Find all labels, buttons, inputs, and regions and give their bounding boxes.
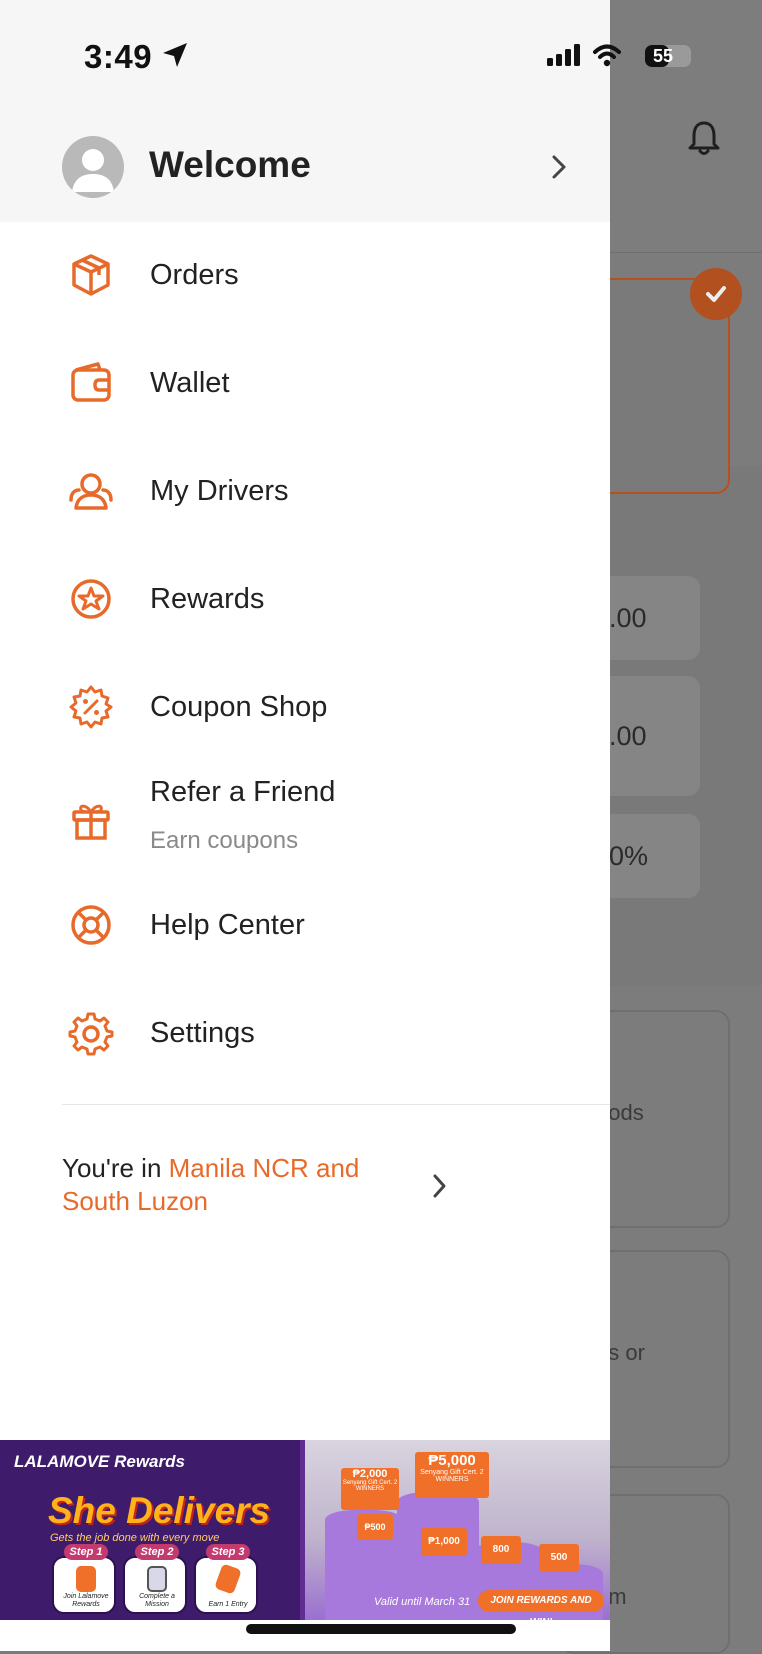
wallet-icon [71, 362, 111, 402]
drivers-icon [69, 473, 113, 510]
menu-item-label: Help Center [150, 909, 305, 941]
checklist-icon [147, 1566, 167, 1592]
banner-valid-text: Valid until March 31 [374, 1596, 471, 1608]
menu-item-label: Settings [150, 1017, 255, 1049]
menu-item-help-center[interactable]: Help Center [0, 876, 610, 976]
chevron-right-icon[interactable] [430, 1172, 450, 1200]
menu-item-settings[interactable]: Settings [0, 984, 610, 1084]
divider [62, 1104, 610, 1105]
menu-item-label: Wallet [150, 367, 230, 399]
menu-item-coupon-shop[interactable]: Coupon Shop [0, 658, 610, 758]
menu-item-label: My Drivers [150, 475, 289, 507]
menu-item-label: Coupon Shop [150, 691, 328, 723]
box-icon [72, 254, 110, 296]
banner-brand: LALAMOVE Rewards [14, 1452, 185, 1471]
step-tag: Step 3 [206, 1544, 250, 1560]
menu-item-orders[interactable]: Orders [0, 226, 610, 326]
prize-amount: ₱1,000 [428, 1536, 460, 1547]
welcome-title[interactable]: Welcome [149, 144, 311, 186]
region-prefix: You're in [62, 1153, 169, 1183]
status-time: 3:49 [84, 38, 153, 75]
prize-card: 800 [481, 1536, 521, 1564]
step-text: Earn 1 Entry [208, 1601, 248, 1608]
menu-item-refer-a-friend[interactable]: Refer a Friend Earn coupons [0, 766, 610, 876]
banner-step-3: Step 3 Earn 1 Entry [194, 1544, 258, 1614]
prize-amount: 500 [550, 1552, 568, 1563]
lifebuoy-icon [71, 905, 111, 945]
battery-level: 55 [653, 46, 674, 66]
prize-card: ₱1,000 [421, 1528, 467, 1556]
banner-step-2: Step 2 Complete a Mission [123, 1544, 187, 1614]
menu-item-label: Orders [150, 259, 239, 291]
menu-item-label: Rewards [150, 583, 265, 615]
ticket-icon [214, 1563, 242, 1595]
banner-step-1: Step 1 Join Lalamove Rewards [52, 1544, 116, 1614]
drawer-header: 3:49 Welcome [0, 0, 610, 222]
step-text: Complete a Mission [139, 1593, 175, 1608]
prize-note: Senyang Gift Cert. 2 WINNERS [420, 1469, 484, 1483]
background-divider [610, 252, 762, 253]
avatar[interactable] [62, 136, 124, 198]
join-rewards-button[interactable]: JOIN REWARDS AND WIN! [478, 1590, 604, 1620]
prize-card: ₱2,000 Senyang Gift Cert. 2 WINNERS [341, 1468, 399, 1510]
chevron-right-icon[interactable] [548, 152, 570, 182]
prize-amount: ₱5,000 [428, 1452, 476, 1469]
menu-item-sublabel: Earn coupons [150, 827, 299, 854]
location-arrow-icon [163, 43, 187, 67]
gear-icon [68, 1012, 114, 1056]
menu-item-wallet[interactable]: Wallet [0, 334, 610, 434]
prize-amount: 800 [492, 1544, 510, 1555]
coupon-gear-icon [69, 685, 113, 729]
home-indicator[interactable] [246, 1624, 516, 1634]
step-tag: Step 1 [64, 1544, 108, 1560]
bell-icon [688, 121, 720, 155]
prize-amount: ₱500 [364, 1522, 386, 1532]
gift-icon [72, 804, 110, 840]
region-selector[interactable]: You're in Manila NCR and South Luzon [62, 1152, 422, 1218]
prize-amount: ₱2,000 [352, 1468, 388, 1480]
banner-headline: She Delivers [48, 1490, 271, 1531]
prize-card: 500 [539, 1544, 579, 1572]
wifi-icon [593, 44, 621, 67]
phone-icon [76, 1566, 96, 1592]
user-silhouette-icon [72, 149, 114, 192]
check-icon [690, 268, 742, 320]
prize-card: ₱500 [357, 1514, 393, 1540]
banner-tagline: Gets the job done with every move [50, 1532, 220, 1544]
menu-item-rewards[interactable]: Rewards [0, 550, 610, 650]
signal-icon [547, 44, 580, 66]
side-drawer: 3:49 Welcome Orders Wallet My Drivers Re… [0, 0, 610, 1651]
star-badge-icon [71, 579, 111, 619]
banner-left-panel: LALAMOVE Rewards She Delivers Gets the j… [0, 1440, 300, 1620]
prize-note: Senyang Gift Cert. 2 WINNERS [342, 1480, 398, 1492]
step-text: Join Lalamove Rewards [63, 1593, 109, 1608]
menu-item-label: Refer a Friend [150, 776, 336, 808]
step-tag: Step 2 [135, 1544, 179, 1560]
menu-item-my-drivers[interactable]: My Drivers [0, 442, 610, 542]
prize-card: ₱5,000 Senyang Gift Cert. 2 WINNERS [415, 1452, 489, 1498]
promo-banner[interactable]: LALAMOVE Rewards She Delivers Gets the j… [0, 1440, 610, 1620]
